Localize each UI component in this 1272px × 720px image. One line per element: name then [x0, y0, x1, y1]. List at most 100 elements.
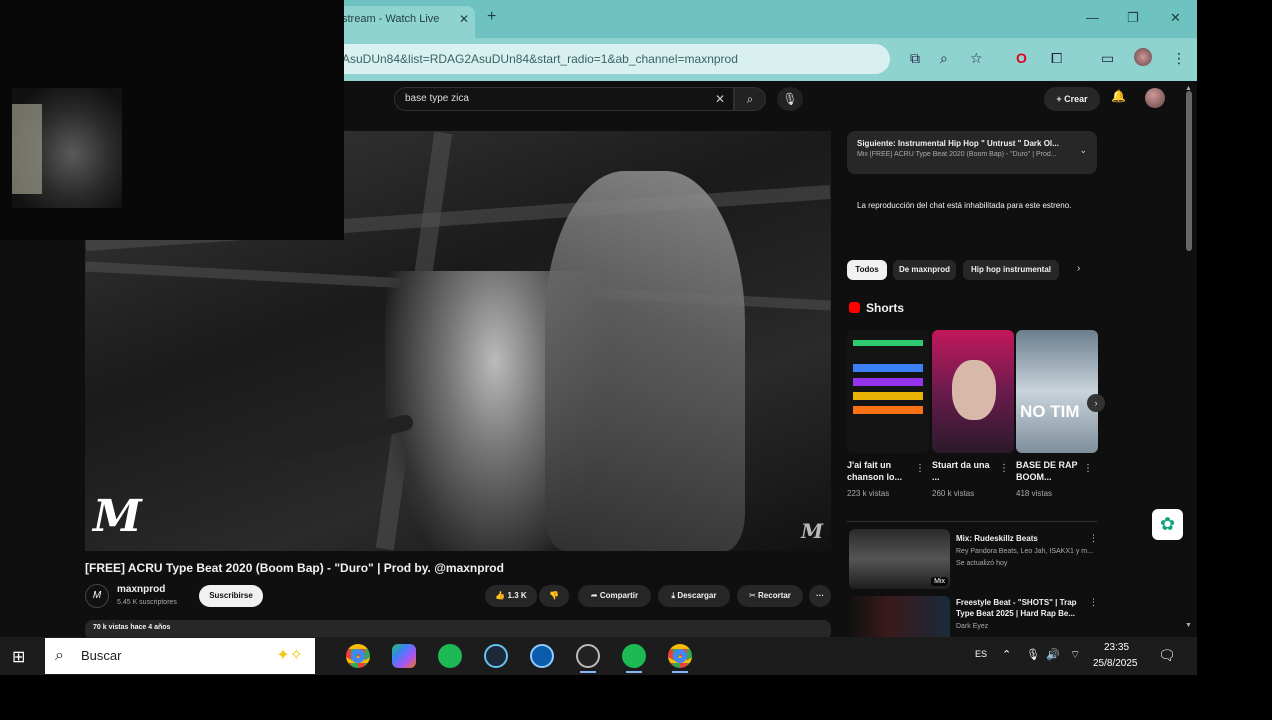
search-input[interactable]: base type zica ✕: [394, 87, 734, 111]
chip-todos[interactable]: Todos: [847, 260, 887, 280]
recommended-thumbnail[interactable]: [849, 596, 950, 637]
recommended-thumbnail[interactable]: Mix: [849, 529, 950, 589]
shorts-next-arrow-icon[interactable]: ›: [1087, 394, 1105, 412]
video-title: [FREE] ACRU Type Beat 2020 (Boom Bap) - …: [85, 561, 504, 575]
search-button[interactable]: ⌕: [734, 87, 766, 111]
waveform-bar: [853, 364, 923, 372]
short-thumb-text: NO TIM: [1020, 402, 1080, 421]
thumbs-down-icon: 👎: [549, 591, 559, 600]
ccleaner-icon[interactable]: [530, 644, 554, 668]
chip-de-maxnprod[interactable]: De maxnprod: [893, 260, 956, 280]
menu-kebab-icon[interactable]: ⋮: [1172, 50, 1186, 67]
download-button[interactable]: ⤓ Descargar: [658, 585, 730, 607]
tab-close-icon[interactable]: ✕: [459, 6, 469, 32]
chat-disabled-notice: La reproducción del chat está inhabilita…: [857, 201, 1072, 210]
tab-title: stream - Watch Live: [342, 13, 440, 25]
chip-hip-hop-instrumental[interactable]: Hip hop instrumental: [963, 260, 1059, 280]
up-next-panel[interactable]: Siguiente: Instrumental Hip Hop " Untrus…: [847, 131, 1097, 174]
channel-name[interactable]: maxnprod: [117, 584, 165, 595]
recommended-updated: Se actualizó hoy: [956, 560, 1008, 567]
player-watermark: M: [801, 519, 824, 543]
description-box[interactable]: 70 k vistas hace 4 años: [85, 620, 831, 637]
copilot-icon[interactable]: [392, 644, 416, 668]
search-icon: ⌕: [55, 647, 64, 664]
steam-icon[interactable]: [484, 644, 508, 668]
like-button[interactable]: 👍 1.3 K: [485, 585, 537, 607]
short-more-icon[interactable]: ⋮: [1083, 463, 1093, 474]
up-next-subtitle: Mix [FREE] ACRU Type Beat 2020 (Boom Bap…: [857, 151, 1057, 158]
short-title[interactable]: BASE DE RAP BOOM...: [1016, 459, 1082, 483]
recommended-channel: Dark Eyez: [956, 623, 989, 630]
waveform-bar: [853, 340, 923, 346]
dislike-button[interactable]: 👎: [539, 585, 569, 607]
opera-extension-icon[interactable]: O: [1016, 50, 1027, 66]
short-thumbnail[interactable]: NO TIM: [1016, 330, 1098, 453]
more-actions-button[interactable]: ···: [809, 585, 831, 607]
active-app-indicator: [626, 671, 642, 673]
volume-icon[interactable]: 🔊: [1046, 648, 1060, 661]
clear-search-icon[interactable]: ✕: [715, 88, 725, 110]
create-button[interactable]: + Crear: [1044, 87, 1100, 111]
install-app-icon[interactable]: ⧉: [910, 50, 920, 67]
restore-button[interactable]: ❐: [1127, 10, 1139, 26]
share-label: Compartir: [599, 591, 639, 600]
keyboard-language[interactable]: ES: [975, 649, 987, 659]
new-tab-button[interactable]: +: [487, 8, 496, 26]
short-views: 260 k vistas: [932, 489, 975, 498]
windows-start-icon[interactable]: ⊞: [12, 647, 25, 667]
clock-time[interactable]: 23:35: [1104, 642, 1129, 653]
chevron-down-icon[interactable]: ⌄: [1079, 145, 1087, 156]
channel-subscribers: 5.45 K suscriptores: [117, 599, 177, 606]
tray-chevron-up-icon[interactable]: ⌃: [1002, 648, 1011, 661]
bookmark-star-icon[interactable]: ☆: [970, 50, 983, 67]
short-thumbnail[interactable]: [932, 330, 1014, 453]
short-thumbnail[interactable]: [847, 330, 929, 453]
address-bar[interactable]: AsuDUn84&list=RDAG2AsuDUn84&start_radio=…: [330, 44, 890, 74]
share-button[interactable]: ➦ Compartir: [578, 585, 651, 607]
like-count: 1.3 K: [507, 591, 527, 600]
extensions-puzzle-icon[interactable]: ⧠: [1051, 50, 1062, 67]
tab-active[interactable]: stream - Watch Live ✕: [330, 6, 475, 38]
recommended-more-icon[interactable]: ⋮: [1089, 597, 1098, 608]
profile-avatar[interactable]: [1134, 48, 1152, 66]
scissors-icon: ✂: [749, 591, 756, 600]
zoom-icon[interactable]: ⌕: [940, 50, 948, 67]
recommended-more-icon[interactable]: ⋮: [1089, 533, 1098, 544]
chatgpt-extension-icon[interactable]: ✿: [1152, 509, 1183, 540]
network-icon[interactable]: ⌔: [1070, 648, 1080, 662]
short-title[interactable]: J'ai fait un chanson lo...: [847, 459, 913, 483]
clip-button[interactable]: ✂ Recortar: [737, 585, 803, 607]
recommended-title[interactable]: Freestyle Beat - "SHOTS" | Trap Type Bea…: [956, 597, 1091, 619]
short-more-icon[interactable]: ⋮: [915, 463, 925, 474]
channel-avatar[interactable]: M: [85, 584, 109, 608]
close-window-button[interactable]: ✕: [1170, 10, 1181, 26]
spotify-icon[interactable]: [622, 644, 646, 668]
cast-icon[interactable]: ▭: [1101, 50, 1114, 67]
taskbar-search-input[interactable]: ⌕ Buscar ✦✧: [45, 638, 315, 674]
minimize-button[interactable]: —: [1086, 10, 1099, 25]
search-query: base type zica: [405, 93, 469, 104]
page-scrollbar[interactable]: [1186, 91, 1192, 251]
spotify-icon[interactable]: [438, 644, 462, 668]
download-label: Descargar: [677, 591, 717, 600]
account-avatar[interactable]: [1145, 88, 1165, 108]
notifications-bell-icon[interactable]: 🔔: [1111, 89, 1126, 103]
short-views: 418 vistas: [1016, 489, 1053, 498]
short-title[interactable]: Stuart da una ...: [932, 459, 998, 483]
clock-date[interactable]: 25/8/2025: [1093, 658, 1138, 669]
subscribe-button[interactable]: Suscribirse: [199, 585, 263, 607]
download-icon: ⤓: [671, 591, 676, 600]
voice-search-button[interactable]: 🎙: [777, 87, 803, 111]
chrome-icon[interactable]: [668, 644, 692, 668]
obs-icon[interactable]: [576, 644, 600, 668]
scroll-down-arrow-icon[interactable]: ▼: [1185, 622, 1192, 629]
windows-taskbar: ⊞ ⌕ Buscar ✦✧ ES ⌃ 🎙 🔊 ⌔ 23:35 25/8/2025…: [0, 637, 1197, 675]
short-more-icon[interactable]: ⋮: [999, 463, 1009, 474]
thumbs-up-icon: 👍: [495, 591, 506, 600]
active-app-indicator: [672, 671, 688, 673]
recommended-title[interactable]: Mix: Rudeskillz Beats: [956, 533, 1091, 544]
chips-next-arrow-icon[interactable]: ›: [1077, 263, 1080, 274]
chrome-icon[interactable]: [346, 644, 370, 668]
microphone-icon[interactable]: 🎙: [1026, 648, 1040, 661]
notification-center-icon[interactable]: 🗨: [1158, 647, 1176, 664]
